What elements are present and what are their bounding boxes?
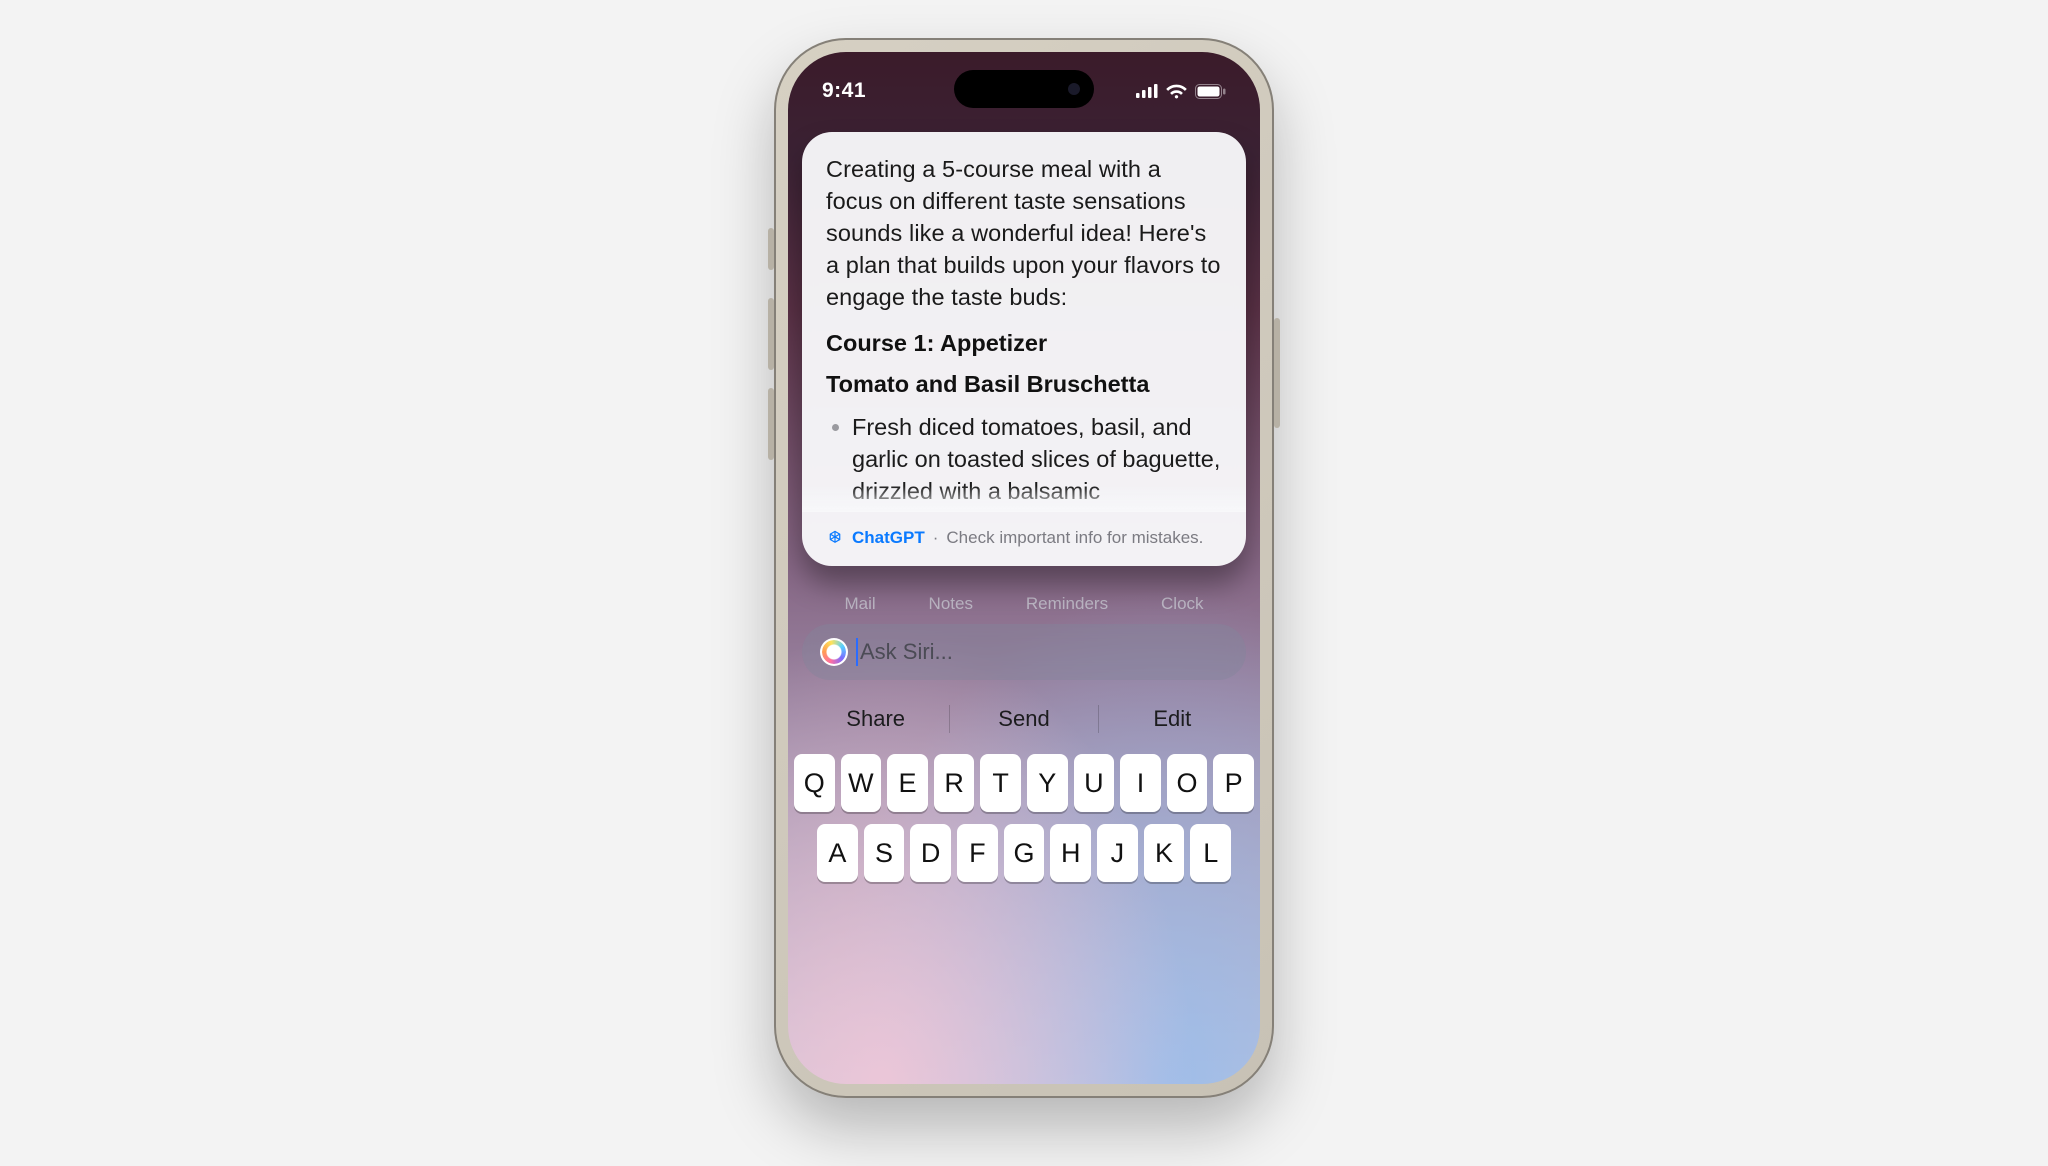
suggestion[interactable]: Share — [802, 692, 949, 746]
home-app-labels: Mail Notes Reminders Clock — [788, 594, 1260, 614]
key-p[interactable]: P — [1213, 754, 1254, 812]
home-label: Reminders — [1026, 594, 1108, 614]
siri-icon — [820, 638, 848, 666]
key-i[interactable]: I — [1120, 754, 1161, 812]
keyboard: Q W E R T Y U I O P A S D F G H — [788, 748, 1260, 1084]
suggestion[interactable]: Edit — [1099, 692, 1246, 746]
key-e[interactable]: E — [887, 754, 928, 812]
quicktype-suggestions: Share Send Edit — [802, 692, 1246, 746]
response-dish-heading: Tomato and Basil Bruschetta — [826, 371, 1222, 398]
response-source[interactable]: ChatGPT — [852, 528, 925, 548]
openai-icon — [826, 529, 844, 547]
side-button — [1274, 318, 1280, 428]
key-o[interactable]: O — [1167, 754, 1208, 812]
response-bullets: Fresh diced tomatoes, basil, and garlic … — [826, 412, 1222, 508]
key-j[interactable]: J — [1097, 824, 1138, 882]
volume-down-button — [768, 388, 774, 460]
key-y[interactable]: Y — [1027, 754, 1068, 812]
separator-dot: · — [933, 528, 939, 548]
key-s[interactable]: S — [864, 824, 905, 882]
response-footer: ChatGPT · Check important info for mista… — [826, 528, 1222, 548]
key-q[interactable]: Q — [794, 754, 835, 812]
home-label: Notes — [929, 594, 973, 614]
siri-response-card[interactable]: Creating a 5-course meal with a focus on… — [802, 132, 1246, 566]
response-disclaimer: Check important info for mistakes. — [946, 528, 1203, 548]
response-course-heading: Course 1: Appetizer — [826, 330, 1222, 357]
keyboard-row-2: A S D F G H J K L — [794, 824, 1254, 882]
key-u[interactable]: U — [1074, 754, 1115, 812]
siri-input-pill[interactable] — [802, 624, 1246, 680]
key-h[interactable]: H — [1050, 824, 1091, 882]
response-bullet: Fresh diced tomatoes, basil, and garlic … — [826, 412, 1222, 508]
battery-icon — [1195, 84, 1226, 99]
phone-frame: 9:41 Mail Notes Reminders Clock Creating… — [774, 38, 1274, 1098]
home-label: Clock — [1161, 594, 1204, 614]
key-w[interactable]: W — [841, 754, 882, 812]
key-a[interactable]: A — [817, 824, 858, 882]
response-intro: Creating a 5-course meal with a focus on… — [826, 154, 1222, 314]
wifi-icon — [1166, 84, 1187, 99]
cellular-icon — [1136, 84, 1158, 98]
dynamic-island — [954, 70, 1094, 108]
suggestion[interactable]: Send — [950, 692, 1097, 746]
key-k[interactable]: K — [1144, 824, 1185, 882]
key-r[interactable]: R — [934, 754, 975, 812]
status-time: 9:41 — [822, 79, 866, 103]
key-g[interactable]: G — [1004, 824, 1045, 882]
home-label: Mail — [844, 594, 875, 614]
volume-up-button — [768, 298, 774, 370]
key-f[interactable]: F — [957, 824, 998, 882]
siri-text-input[interactable] — [860, 639, 1228, 665]
key-t[interactable]: T — [980, 754, 1021, 812]
status-icons — [1136, 84, 1226, 99]
key-l[interactable]: L — [1190, 824, 1231, 882]
stage: 9:41 Mail Notes Reminders Clock Creating… — [0, 0, 2048, 1166]
mute-switch — [768, 228, 774, 270]
phone-screen: 9:41 Mail Notes Reminders Clock Creating… — [788, 52, 1260, 1084]
keyboard-row-1: Q W E R T Y U I O P — [794, 754, 1254, 812]
text-caret — [856, 638, 858, 666]
key-d[interactable]: D — [910, 824, 951, 882]
